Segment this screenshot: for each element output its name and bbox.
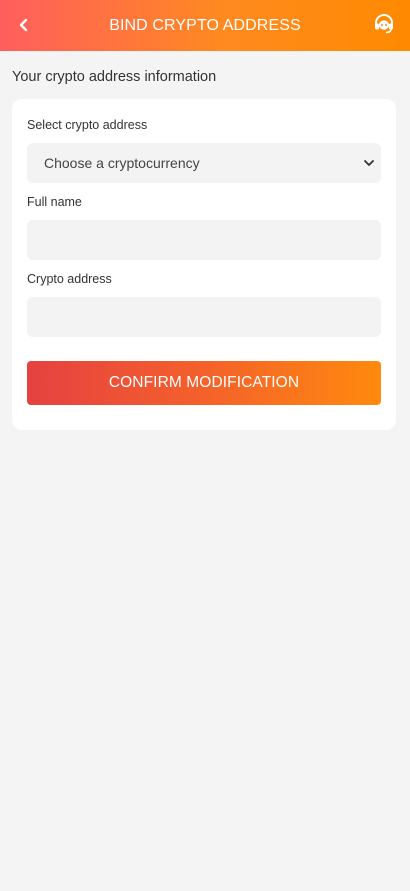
crypto-select[interactable]: Choose a cryptocurrency [27,143,381,183]
headset-icon [375,14,393,34]
top-header: BIND CRYPTO ADDRESS [0,0,410,51]
support-button[interactable] [372,12,396,36]
crypto-select-value: Choose a cryptocurrency [44,155,200,171]
crypto-address-label: Crypto address [27,272,112,286]
chevron-left-icon [19,18,28,32]
full-name-field[interactable] [27,220,381,260]
crypto-form-card: Select crypto address Choose a cryptocur… [12,99,396,430]
crypto-address-field[interactable] [27,297,381,337]
page-title: BIND CRYPTO ADDRESS [109,16,301,34]
full-name-label: Full name [27,195,82,209]
back-button[interactable] [12,13,36,37]
section-title: Your crypto address information [12,69,217,85]
select-crypto-label: Select crypto address [27,118,148,132]
chevron-down-icon [364,160,374,166]
confirm-modification-button[interactable]: CONFIRM MODIFICATION [27,361,381,405]
